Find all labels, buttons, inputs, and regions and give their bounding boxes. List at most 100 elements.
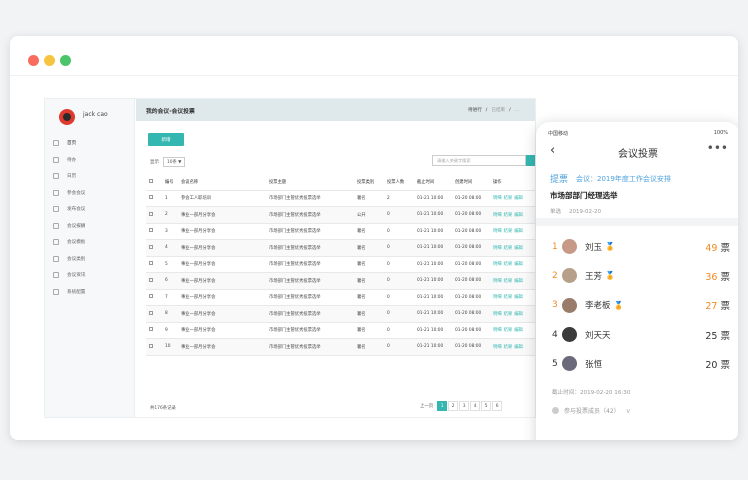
page-button[interactable]: 2: [448, 401, 459, 411]
row-action-link[interactable]: 明细: [493, 328, 502, 333]
checkbox[interactable]: [149, 195, 153, 200]
meeting-table: 编号 会议名称 投票主题 投票类别 投票人数 截止时间 创建时间 操作 1 参会工人职培训 市场部…: [146, 175, 535, 356]
row-action-link[interactable]: 明细: [493, 213, 502, 218]
more-icon[interactable]: •••: [707, 141, 728, 155]
row-checkbox-cell[interactable]: [146, 256, 162, 273]
maximize-dot[interactable]: [60, 55, 71, 66]
row-action-link[interactable]: 明细: [493, 196, 502, 201]
ranking-row[interactable]: 5 张恒 20 票: [536, 349, 738, 378]
checkbox[interactable]: [149, 343, 153, 348]
ranking-row[interactable]: 1 刘玉 🏅 49 票: [536, 232, 738, 261]
row-action-link[interactable]: 结果: [504, 328, 513, 333]
row-checkbox-cell[interactable]: [146, 206, 162, 224]
row-action-link[interactable]: 结果: [504, 246, 513, 251]
checkbox[interactable]: [149, 228, 153, 233]
select-all-checkbox[interactable]: [146, 175, 162, 191]
row-action-link[interactable]: 编辑: [514, 262, 523, 267]
search-button[interactable]: [526, 155, 535, 166]
table-cell: 01-20 08:00: [452, 289, 490, 306]
page-button[interactable]: 5: [481, 401, 492, 411]
row-action-link[interactable]: 结果: [504, 279, 513, 284]
row-action-link[interactable]: 明细: [493, 262, 502, 267]
row-action-link[interactable]: 明细: [493, 295, 502, 300]
sidebar-item[interactable]: 日历: [45, 168, 135, 185]
minimize-dot[interactable]: [44, 55, 55, 66]
table-cell: 01-21 10:00: [414, 256, 452, 273]
row-checkbox-cell[interactable]: [146, 338, 162, 356]
row-action-link[interactable]: 结果: [504, 295, 513, 300]
row-action-link[interactable]: 结果: [504, 312, 513, 317]
row-action-link[interactable]: 编辑: [514, 328, 523, 333]
row-action-link[interactable]: 结果: [504, 345, 513, 350]
row-action-link[interactable]: 明细: [493, 246, 502, 251]
row-action-link[interactable]: 结果: [504, 262, 513, 267]
row-action-link[interactable]: 结果: [504, 196, 513, 201]
row-checkbox-cell[interactable]: [146, 289, 162, 306]
ranking-row[interactable]: 4 刘天天 25 票: [536, 320, 738, 349]
row-action-link[interactable]: 编辑: [514, 246, 523, 251]
back-icon[interactable]: ‹: [550, 143, 555, 158]
row-checkbox-cell[interactable]: [146, 190, 162, 207]
prev-page-button[interactable]: 上一页: [420, 403, 433, 409]
page-button[interactable]: 1: [437, 401, 448, 411]
row-checkbox-cell[interactable]: [146, 322, 162, 339]
person-icon: [552, 407, 559, 414]
page-button[interactable]: 4: [470, 401, 481, 411]
checkbox[interactable]: [149, 327, 153, 332]
search-input[interactable]: 请输入关键字搜索: [432, 155, 526, 166]
close-dot[interactable]: [28, 55, 39, 66]
sidebar-item[interactable]: 系统配置: [45, 284, 135, 301]
row-action-link[interactable]: 明细: [493, 279, 502, 284]
sidebar-item[interactable]: 发布会议: [45, 201, 135, 218]
row-checkbox-cell[interactable]: [146, 239, 162, 257]
row-action-link[interactable]: 结果: [504, 213, 513, 218]
step-pending[interactable]: 待进行: [468, 108, 482, 113]
sidebar-item[interactable]: 待办: [45, 152, 135, 169]
row-action-link[interactable]: 编辑: [514, 295, 523, 300]
row-action-link[interactable]: 明细: [493, 345, 502, 350]
page-button[interactable]: 3: [459, 401, 470, 411]
sidebar-item[interactable]: 会议资讯: [45, 267, 135, 284]
row-checkbox-cell[interactable]: [146, 305, 162, 323]
checkbox[interactable]: [149, 261, 153, 266]
page-button[interactable]: 6: [492, 401, 503, 411]
checkbox[interactable]: [149, 179, 153, 184]
participants-toggle[interactable]: 参与投票成员（42） ∨: [552, 406, 631, 415]
checkbox[interactable]: [149, 244, 153, 249]
row-action-link[interactable]: 明细: [493, 229, 502, 234]
checkbox[interactable]: [149, 294, 153, 299]
row-checkbox-cell[interactable]: [146, 223, 162, 240]
row-action-link[interactable]: 结果: [504, 229, 513, 234]
poll-date: 2019-02-20: [569, 209, 601, 215]
table-row: 5 事业一部月分享会 市场部门主管优秀投票选举 署名 0 01-21 10:00 01-20…: [146, 256, 535, 273]
row-action-link[interactable]: 编辑: [514, 229, 523, 234]
table-cell: 参会工人职培训: [178, 190, 266, 207]
ranking-row[interactable]: 2 王芳 🏅 36 票: [536, 261, 738, 290]
column-header: 创建时间: [452, 175, 490, 191]
meeting-name[interactable]: 会议：2019年度工作会议安排: [576, 174, 671, 184]
row-action-link[interactable]: 编辑: [514, 312, 523, 317]
sidebar-item[interactable]: 参会会议: [45, 185, 135, 202]
checkbox[interactable]: [149, 277, 153, 282]
row-action-link[interactable]: 明细: [493, 312, 502, 317]
checkbox[interactable]: [149, 310, 153, 315]
step-finished[interactable]: 已结束: [491, 108, 505, 113]
page-size-select[interactable]: 10条 ▼: [163, 157, 186, 167]
row-action-link[interactable]: 编辑: [514, 345, 523, 350]
row-action-link[interactable]: 编辑: [514, 196, 523, 201]
sidebar-item[interactable]: 首页: [45, 135, 135, 152]
avatar: [562, 356, 577, 372]
row-action-link[interactable]: 编辑: [514, 279, 523, 284]
sidebar-item[interactable]: 会议类别: [45, 251, 135, 268]
checkbox[interactable]: [149, 211, 153, 216]
row-action-link[interactable]: 编辑: [514, 213, 523, 218]
deadline: 截止时间：2019-02-20 16:30: [552, 390, 631, 396]
sidebar-item[interactable]: 会议模板: [45, 234, 135, 251]
sidebar-item[interactable]: 会议报酬: [45, 218, 135, 235]
add-button[interactable]: 新增: [148, 133, 184, 146]
ranking-row[interactable]: 3 李老板 🏅 27 票: [536, 291, 738, 320]
step-more[interactable]: ...: [515, 108, 519, 113]
page-size-label: 显示: [150, 160, 159, 165]
row-checkbox-cell[interactable]: [146, 272, 162, 290]
table-row: 2 事业一部月分享会 市场部门主管优秀投票选举 公开 0 01-21 10:00 01-20…: [146, 206, 535, 224]
